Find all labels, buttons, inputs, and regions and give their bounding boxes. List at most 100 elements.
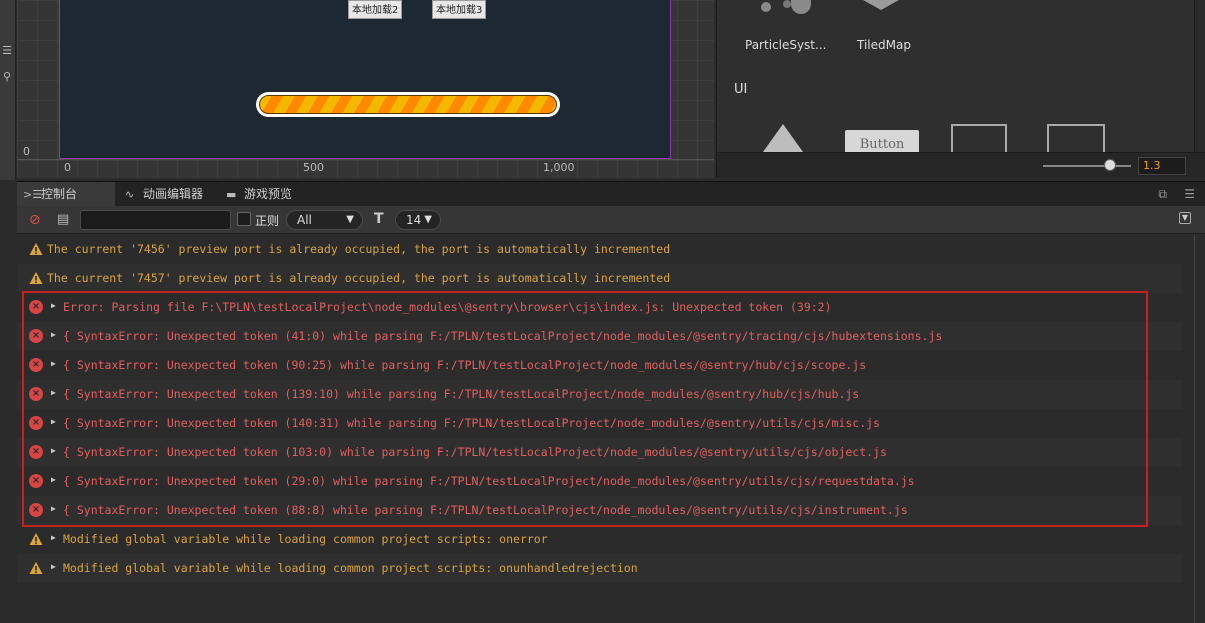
expand-arrow-icon[interactable]: ▶ [51,359,56,368]
error-icon: × [29,503,43,517]
tab-game-preview[interactable]: ▬ 游戏预览 [220,182,320,206]
error-icon: × [29,387,43,401]
expand-arrow-icon[interactable]: ▶ [51,388,56,397]
warning-icon [29,532,43,546]
expand-arrow-icon[interactable]: ▶ [51,504,56,513]
log-message: Modified global variable while loading c… [63,561,638,575]
error-icon: × [29,300,43,314]
tiledmap-icon [863,0,899,10]
log-message: { SyntaxError: Unexpected token (139:10)… [63,387,860,401]
ruler-y-zero: 0 [23,145,30,158]
menu-icon[interactable]: ☰ [0,44,14,57]
error-icon: × [29,416,43,430]
expand-arrow-icon[interactable]: ▶ [51,533,56,542]
warning-icon [29,271,43,285]
zoom-slider-track[interactable] [1043,165,1131,167]
log-message: { SyntaxError: Unexpected token (88:8) w… [63,503,908,517]
log-message: { SyntaxError: Unexpected token (29:0) w… [63,474,915,488]
console-panel: >☰控制台 ∿ 动画编辑器 ▬ 游戏预览 ⧉ ☰ ⊘ ▤ 正则 All ▼ T 14 ▼ [17,181,1205,623]
console-scrollbar[interactable] [1194,235,1195,623]
tab-label: 动画编辑器 [143,187,204,201]
regex-label: 正则 [255,214,280,228]
expand-arrow-icon[interactable]: ▶ [51,417,56,426]
clear-icon[interactable]: ⊘ [29,212,41,228]
widget-library-panel: ParticleSyst... TiledMap UI Button 1.3 [716,0,1205,178]
editor-window: ☰ ⚲ 本地加载2 本地加载3 0 0 500 1,000 ParticleSy… [0,0,1205,623]
expand-arrow-icon[interactable]: ▶ [51,301,56,310]
log-row[interactable]: The current '7456' preview port is alrea… [17,235,1182,264]
font-size-select[interactable]: 14 ▼ [395,210,441,230]
log-row[interactable]: × ▶ Error: Parsing file F:\TPLN\testLocalP… [17,293,1182,322]
zoom-slider-thumb[interactable] [1104,159,1116,171]
particle-dot [783,0,791,8]
game-preview-icon: ▬ [226,188,237,201]
tab-console[interactable]: >☰控制台 [17,182,115,206]
ruler-x-tick: 500 [303,161,324,174]
log-message: The current '7457' preview port is alrea… [47,271,671,285]
log-row[interactable]: × ▶ { SyntaxError: Unexpected token (139:1… [17,380,1182,409]
tab-label: 游戏预览 [244,187,293,201]
console-tabs: >☰控制台 ∿ 动画编辑器 ▬ 游戏预览 ⧉ ☰ [17,182,1205,206]
popout-icon[interactable]: ⧉ [1158,187,1167,202]
log-row[interactable]: ▶ Modified global variable while loading … [17,525,1182,554]
level-filter-select[interactable]: All ▼ [286,210,363,230]
animation-icon: ∿ [125,188,135,201]
error-icon: × [29,358,43,372]
log-row[interactable]: The current '7457' preview port is alrea… [17,264,1182,293]
expand-arrow-icon[interactable]: ▶ [51,330,56,339]
log-row[interactable]: × ▶ { SyntaxError: Unexpected token (88:8)… [17,496,1182,525]
ruler-x-tick: 0 [64,161,71,174]
library-footer: 1.3 [717,152,1205,178]
loading-progress-bar [256,92,560,117]
log-row[interactable]: × ▶ { SyntaxError: Unexpected token (29:0)… [17,467,1182,496]
label-widget-icon[interactable] [763,124,803,152]
tiledmap-item[interactable]: TiledMap [857,38,911,52]
panel-widget-icon[interactable] [1047,124,1105,152]
expand-arrow-icon[interactable]: ▶ [51,446,56,455]
log-row[interactable]: × ▶ { SyntaxError: Unexpected token (103:0… [17,438,1182,467]
search-icon[interactable]: ⚲ [0,70,14,83]
layout-widget-icon[interactable] [951,124,1007,152]
ruler-x-tick: 1,000 [543,161,575,174]
expand-arrow-icon[interactable]: ▶ [51,475,56,484]
log-row[interactable]: × ▶ { SyntaxError: Unexpected token (90:25… [17,351,1182,380]
log-row[interactable]: × ▶ { SyntaxError: Unexpected token (140:3… [17,409,1182,438]
warning-icon [29,561,43,575]
chevron-down-icon: ▼ [346,214,354,225]
log-row[interactable]: ▶ Modified global variable while loading … [17,554,1182,583]
particle-system-icon [761,2,771,12]
warning-icon [29,242,43,256]
collapse-icon[interactable]: ▼ [1179,212,1191,224]
log-row[interactable]: × ▶ { SyntaxError: Unexpected token (41:0)… [17,322,1182,351]
panel-menu-icon[interactable]: ☰ [1184,187,1195,201]
local-load-button-2[interactable]: 本地加载2 [348,0,403,19]
design-canvas[interactable]: 本地加载2 本地加载3 [59,0,671,159]
button-widget-icon[interactable]: Button [845,130,919,154]
ruler-x: 0 500 1,000 [17,159,714,178]
console-icon: >☰ [23,188,43,201]
particle-system-item[interactable]: ParticleSyst... [745,38,826,52]
ui-section-title: UI [734,82,748,97]
log-message: { SyntaxError: Unexpected token (140:31)… [63,416,880,430]
error-icon: × [29,329,43,343]
search-input[interactable] [80,210,231,230]
particle-dot [791,0,811,14]
font-size-value: 14 [406,213,422,227]
library-scrollbar[interactable] [1194,0,1205,152]
log-message: The current '7456' preview port is alrea… [47,242,671,256]
error-icon: × [29,474,43,488]
log-message: { SyntaxError: Unexpected token (103:0) … [63,445,887,459]
tab-animation-editor[interactable]: ∿ 动画编辑器 [119,182,219,206]
scene-view[interactable]: 本地加载2 本地加载3 0 0 500 1,000 [17,0,714,178]
zoom-value[interactable]: 1.3 [1138,157,1186,175]
open-log-icon[interactable]: ▤ [57,212,69,228]
regex-checkbox[interactable] [237,212,251,226]
log-message: Modified global variable while loading c… [63,532,548,546]
local-load-button-3[interactable]: 本地加载3 [432,0,487,19]
chevron-down-icon: ▼ [424,214,432,225]
tab-label: 控制台 [41,187,78,201]
font-size-icon: T [374,211,384,227]
left-toolbar: ☰ ⚲ [0,0,16,180]
expand-arrow-icon[interactable]: ▶ [51,562,56,571]
level-filter-value: All [297,213,312,227]
